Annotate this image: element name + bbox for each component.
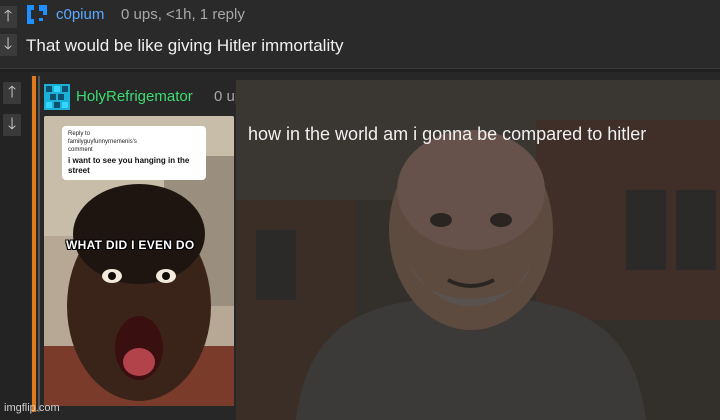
- comment-meta: 0 ups, <1h, 1 reply: [121, 6, 245, 23]
- username-link[interactable]: HolyRefrigemator: [76, 88, 193, 105]
- reply-suffix: comment: [68, 147, 93, 153]
- reply-text: i want to see you hanging in the street: [68, 156, 190, 175]
- watermark: imgflip.com: [4, 402, 60, 414]
- upvote-button[interactable]: 🡑: [0, 6, 17, 28]
- comment-thread: 🡑 🡓 c0pium 0 ups, <1h, 1 reply That woul…: [0, 0, 720, 420]
- reply-bubble: Reply to familyguyfunnyrnemenis's commen…: [62, 126, 206, 180]
- vote-controls: 🡑 🡓: [0, 6, 18, 56]
- comment: 🡑 🡓 c0pium 0 ups, <1h, 1 reply That woul…: [0, 0, 720, 69]
- reply-header: Reply to: [68, 131, 91, 137]
- thread-indent-divider: [38, 76, 40, 412]
- upvote-button[interactable]: 🡑: [3, 82, 21, 104]
- downvote-button[interactable]: 🡓: [3, 114, 21, 136]
- image-caption: WHAT DID I EVEN DO: [66, 238, 195, 252]
- reply-to: familyguyfunnyrnemenis's: [68, 139, 137, 145]
- comment-image[interactable]: Reply to familyguyfunnyrnemenis's commen…: [44, 116, 234, 406]
- vote-controls: 🡑 🡓: [2, 82, 22, 136]
- avatar[interactable]: [26, 4, 48, 26]
- username-link[interactable]: c0pium: [56, 6, 104, 23]
- thread-indent-bar: [32, 76, 36, 412]
- comment-text: how in the world am i gonna be compared …: [248, 124, 647, 144]
- comment-reply: 🡑 🡓 HolyRefrigemator 0 ups, <1h: [0, 72, 720, 420]
- downvote-button[interactable]: 🡓: [0, 34, 17, 56]
- comment-text: That would be like giving Hitler immorta…: [26, 36, 344, 55]
- avatar[interactable]: [44, 84, 70, 110]
